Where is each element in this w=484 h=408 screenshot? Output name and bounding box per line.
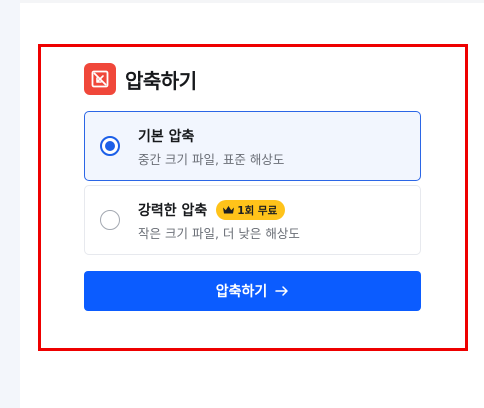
- left-rail: [0, 0, 20, 408]
- badge-label: 1회 무료: [237, 204, 278, 217]
- option-basic-compression[interactable]: 기본 압축 중간 크기 파일, 표준 해상도: [84, 111, 421, 181]
- panel-title: 압축하기: [125, 68, 197, 93]
- option-description: 작은 크기 파일, 더 낮은 해상도: [138, 226, 300, 241]
- page: 압축하기 기본 압축 중간 크기 파일, 표준 해상도 강력한 압축 1회 무료…: [0, 0, 484, 408]
- option-title-text: 강력한 압축: [138, 203, 208, 219]
- option-title-text: 기본 압축: [138, 129, 195, 145]
- panel-header: 압축하기: [84, 62, 197, 96]
- compress-icon: [84, 63, 116, 95]
- arrow-right-icon: [275, 285, 289, 297]
- option-title: 기본 압축: [138, 126, 194, 146]
- radio-basic-compression[interactable]: [100, 136, 120, 156]
- option-title: 강력한 압축 1회 무료: [138, 200, 286, 220]
- crown-icon: [223, 206, 235, 214]
- radio-strong-compression[interactable]: [100, 210, 120, 230]
- option-description: 중간 크기 파일, 표준 해상도: [138, 152, 285, 167]
- top-divider: [20, 0, 484, 3]
- compress-button[interactable]: 압축하기: [84, 271, 421, 311]
- free-once-badge: 1회 무료: [216, 200, 286, 220]
- option-strong-compression[interactable]: 강력한 압축 1회 무료 작은 크기 파일, 더 낮은 해상도: [84, 185, 421, 255]
- compress-button-label: 압축하기: [215, 284, 268, 300]
